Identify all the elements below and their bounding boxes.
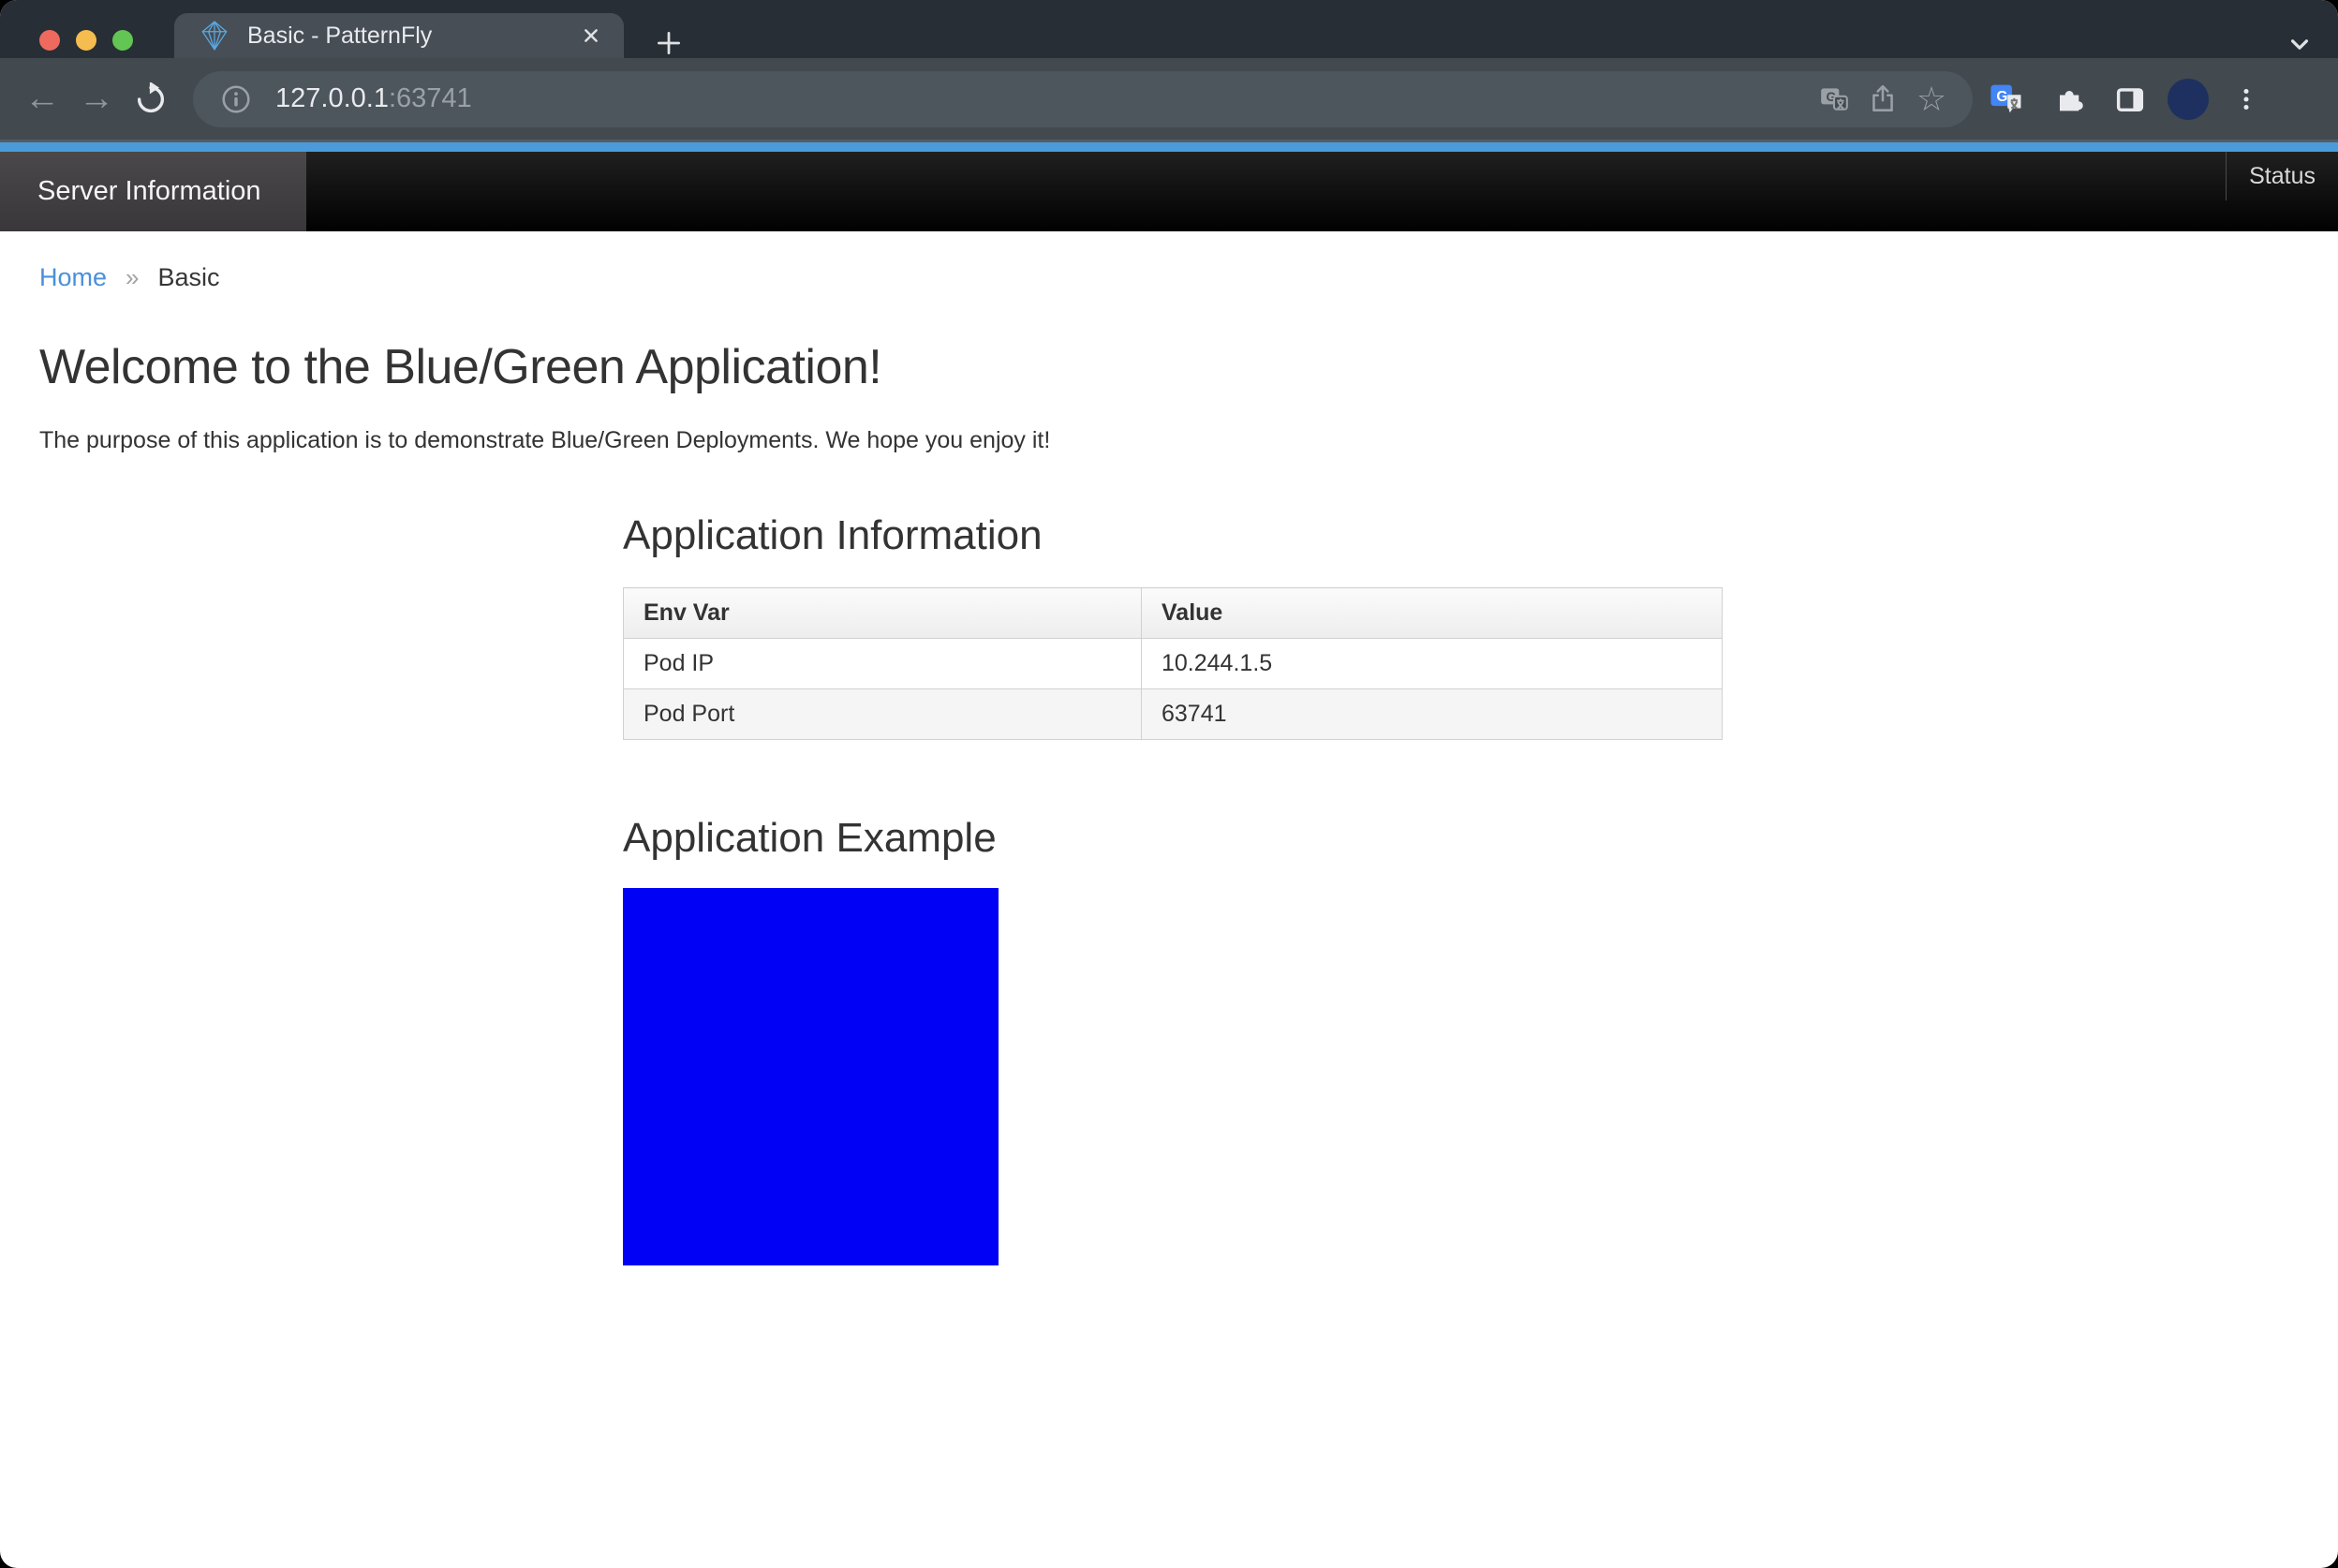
svg-text:G: G	[1996, 88, 2007, 104]
address-bar[interactable]: 127.0.0.1:63741 G ☆	[193, 70, 1973, 127]
forward-button[interactable]: →	[69, 72, 124, 126]
cell-pod-port-value: 63741	[1141, 688, 1723, 740]
share-icon[interactable]	[1858, 75, 1907, 124]
application-information-title: Application Information	[623, 512, 1043, 558]
page-title: Welcome to the Blue/Green Application!	[39, 340, 882, 394]
env-var-table: Env Var Value Pod IP 10.244.1.5 Pod Port…	[623, 587, 1723, 740]
breadcrumb-separator: »	[126, 263, 140, 291]
application-information-section: Application Information Env Var Value Po…	[623, 512, 2338, 740]
cell-pod-ip-label: Pod IP	[623, 638, 1142, 689]
cell-pod-port-label: Pod Port	[623, 688, 1142, 740]
new-tab-button[interactable]	[650, 24, 688, 62]
site-info-icon[interactable]	[212, 75, 260, 124]
menu-kebab-icon[interactable]	[2222, 75, 2271, 124]
application-example-title: Application Example	[623, 815, 997, 861]
masthead: Server Information Status	[0, 152, 2338, 231]
tab-search-chevron-icon[interactable]	[2282, 28, 2317, 60]
breadcrumb-home-link[interactable]: Home	[39, 263, 107, 292]
nav-item-status[interactable]: Status	[2226, 152, 2338, 200]
table-row-pod-ip: Pod IP 10.244.1.5	[623, 638, 1723, 689]
breadcrumb: Home » Basic	[0, 231, 2338, 292]
cell-pod-ip-value: 10.244.1.5	[1141, 638, 1723, 689]
translate-extension-icon[interactable]: G	[1982, 75, 2031, 124]
bookmark-star-icon[interactable]: ☆	[1907, 75, 1956, 124]
browser-toolbar: ← → 127.0.0.1:63741 G ☆ G	[0, 58, 2338, 142]
deployment-color-square	[623, 888, 999, 1265]
window-close-button[interactable]	[39, 30, 60, 51]
window-fullscreen-button[interactable]	[112, 30, 133, 51]
page-content: Home » Basic Welcome to the Blue/Green A…	[0, 231, 2338, 1476]
side-panel-icon[interactable]	[2106, 75, 2154, 124]
intro-text: The purpose of this application is to de…	[39, 427, 1051, 453]
nav-item-server-information[interactable]: Server Information	[0, 152, 306, 231]
tab-strip: Basic - PatternFly	[0, 0, 2338, 58]
accent-bar	[0, 142, 2338, 152]
table-header-env-var: Env Var	[623, 587, 1142, 639]
browser-tab-active[interactable]: Basic - PatternFly	[174, 13, 624, 58]
brand-label: Server Information	[37, 176, 261, 206]
url-host: 127.0.0.1	[275, 83, 389, 113]
tab-title: Basic - PatternFly	[247, 22, 433, 49]
table-row-pod-port: Pod Port 63741	[623, 688, 1723, 740]
patternfly-favicon-icon	[199, 20, 230, 52]
table-header-row: Env Var Value	[623, 587, 1723, 639]
extensions-puzzle-icon[interactable]	[2044, 75, 2093, 124]
tab-close-icon[interactable]	[575, 20, 607, 52]
table-header-value: Value	[1141, 587, 1723, 639]
window-minimize-button[interactable]	[76, 30, 96, 51]
breadcrumb-current: Basic	[157, 263, 220, 291]
browser-window: Basic - PatternFly ← → 127.0.0.1:63741 G…	[0, 0, 2338, 1568]
toolbar-extensions-area: G	[1982, 75, 2271, 124]
translate-page-icon[interactable]: G	[1810, 75, 1858, 124]
application-example-section: Application Example	[623, 815, 2338, 1265]
url-port: :63741	[388, 83, 472, 113]
back-button[interactable]: ←	[15, 72, 69, 126]
profile-avatar[interactable]	[2168, 78, 2209, 120]
status-label: Status	[2249, 163, 2316, 189]
reload-button[interactable]	[124, 72, 178, 126]
url-text: 127.0.0.1:63741	[275, 83, 1810, 114]
window-controls	[39, 30, 133, 51]
